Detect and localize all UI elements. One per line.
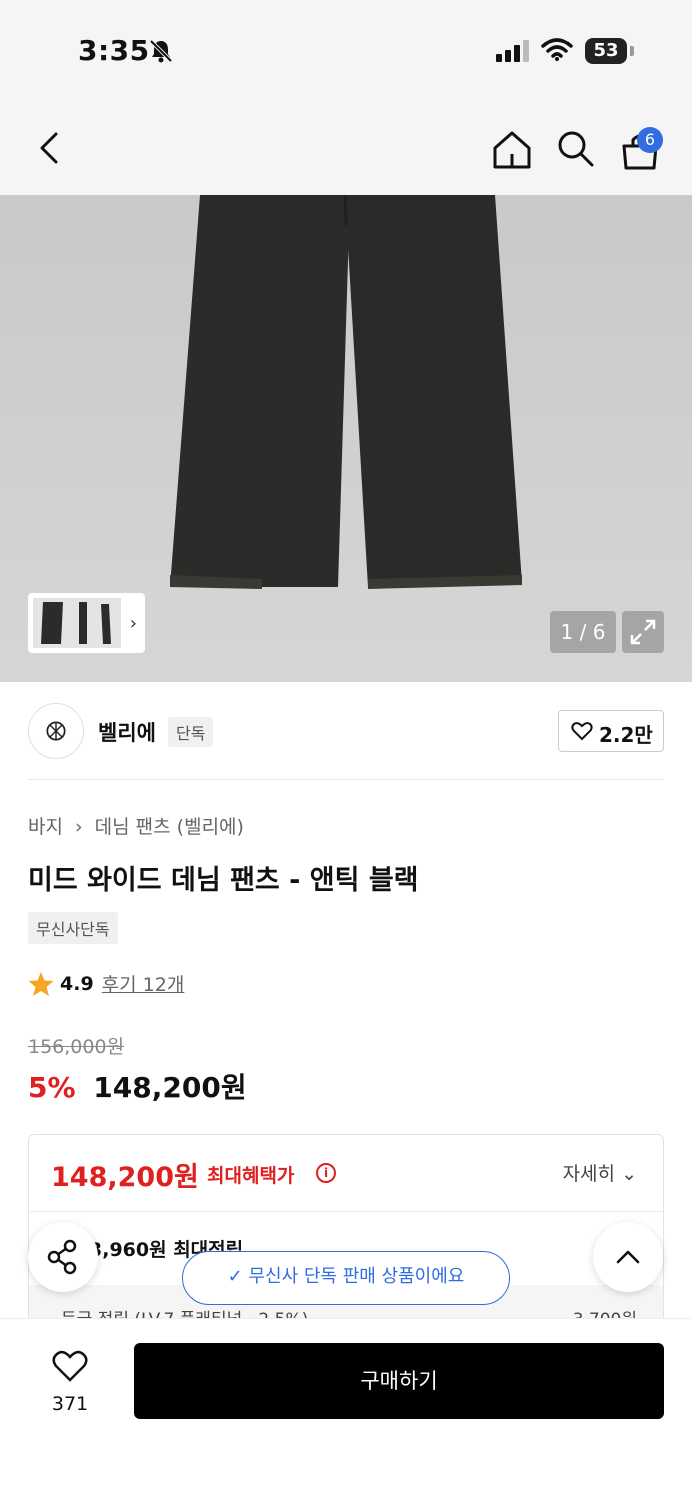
- status-bar: 3:35 53: [0, 0, 692, 100]
- wifi-icon: [541, 38, 573, 61]
- bell-muted-icon: [149, 39, 173, 63]
- thumbnail-pants: [41, 602, 111, 644]
- discount-rate: 5%: [28, 1071, 76, 1104]
- chevron-down-icon: ⌄: [621, 1163, 637, 1185]
- bottom-action-bar: 371 구매하기: [0, 1318, 692, 1500]
- cellular-signal-icon: [496, 40, 529, 62]
- info-icon[interactable]: i: [316, 1163, 336, 1183]
- search-icon[interactable]: [555, 128, 595, 168]
- home-icon[interactable]: [490, 128, 534, 172]
- sale-price: 148,200원: [93, 1071, 247, 1104]
- buy-button[interactable]: 구매하기: [134, 1343, 664, 1419]
- brand-like-count: 2.2만: [599, 723, 653, 747]
- product-image-gallery[interactable]: › 1 / 6: [0, 195, 692, 682]
- max-benefit-price: 148,200원: [51, 1162, 199, 1193]
- rating-score: 4.9: [60, 972, 94, 995]
- toast-text: 무신사 단독 판매 상품이에요: [248, 1266, 465, 1287]
- breadcrumb-sub[interactable]: 데님 팬츠 (벨리에): [95, 816, 244, 838]
- brand-name[interactable]: 벨리에: [98, 717, 156, 747]
- breadcrumb-category[interactable]: 바지: [28, 816, 63, 838]
- brand-like-button[interactable]: 2.2만: [558, 710, 664, 752]
- max-benefit-label: 최대혜택가: [207, 1165, 295, 1187]
- price-row: 5% 148,200원: [28, 1066, 247, 1106]
- benefit-detail-toggle[interactable]: 자세히 ⌄: [563, 1159, 637, 1186]
- brand-row: 벨리에 단독 2.2만: [28, 700, 664, 780]
- battery-tip: [630, 46, 634, 56]
- star-icon: [28, 971, 54, 996]
- heart-icon: [52, 1350, 88, 1382]
- back-icon[interactable]: [30, 128, 70, 168]
- wishlist-button[interactable]: 371: [30, 1343, 110, 1423]
- breadcrumb-separator: ›: [75, 816, 83, 838]
- share-button[interactable]: [28, 1222, 98, 1292]
- image-counter: 1 / 6: [550, 611, 616, 653]
- wishlist-count: 371: [51, 1393, 89, 1415]
- top-nav: [0, 100, 692, 195]
- chevron-up-icon: [616, 1250, 640, 1264]
- scroll-top-button[interactable]: [593, 1222, 663, 1292]
- divider: [29, 1211, 663, 1212]
- brand-exclusive-tag: 단독: [168, 717, 214, 747]
- exclusive-toast: ✓ 무신사 단독 판매 상품이에요: [182, 1251, 510, 1305]
- heart-icon: [571, 722, 593, 741]
- status-time: 3:35: [78, 34, 150, 67]
- product-title: 미드 와이드 데님 팬츠 - 앤틱 블랙: [28, 865, 419, 896]
- chevron-right-icon: ›: [129, 613, 137, 634]
- expand-icon[interactable]: [622, 611, 664, 653]
- check-icon: ✓: [227, 1266, 243, 1287]
- rating-row: 4.9 후기 12개: [28, 970, 184, 997]
- share-icon: [47, 1239, 77, 1275]
- original-price: 156,000원: [28, 1036, 125, 1058]
- thumbnail-strip[interactable]: ›: [28, 593, 145, 653]
- thumbnail-image[interactable]: [31, 596, 123, 650]
- benefit-detail-label: 자세히: [562, 1163, 616, 1185]
- breadcrumb: 바지 › 데님 팬츠 (벨리에): [28, 812, 250, 839]
- battery-indicator: 53: [585, 38, 627, 64]
- reviews-link[interactable]: 후기 12개: [102, 970, 185, 997]
- exclusive-tag: 무신사단독: [28, 912, 118, 944]
- brand-logo[interactable]: [28, 703, 84, 759]
- cart-count-badge: 6: [637, 127, 663, 153]
